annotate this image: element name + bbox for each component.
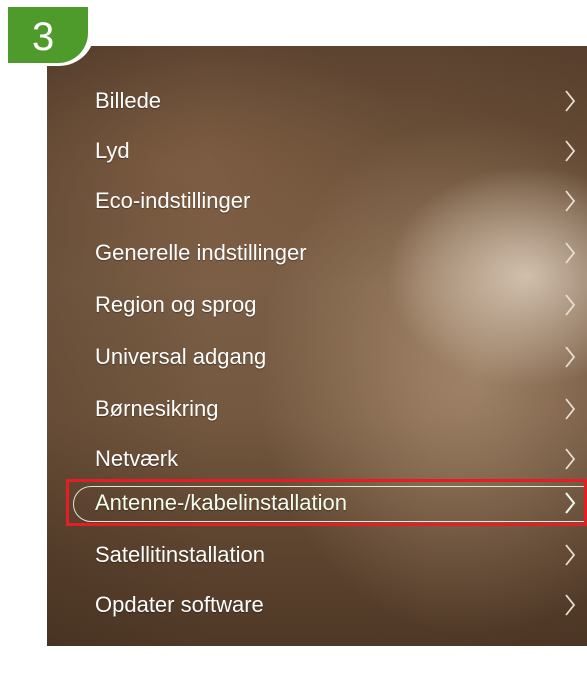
chevron-right-icon <box>563 292 577 318</box>
menu-item-label: Netværk <box>95 446 179 471</box>
menu-item-label: Billede <box>95 88 162 113</box>
menu-item-universal-adgang[interactable]: Universal adgang <box>47 338 587 378</box>
menu-item-netvaerk[interactable]: Netværk <box>47 440 587 480</box>
chevron-right-icon <box>563 446 577 472</box>
settings-menu: Billede Lyd Eco-indstillinger Generelle … <box>47 46 587 646</box>
menu-item-region-og-sprog[interactable]: Region og sprog <box>47 286 587 326</box>
menu-item-eco-indstillinger[interactable]: Eco-indstillinger <box>47 182 587 222</box>
menu-item-label: Generelle indstillinger <box>95 240 307 265</box>
chevron-right-icon <box>563 188 577 214</box>
menu-item-lyd[interactable]: Lyd <box>47 132 587 172</box>
chevron-right-icon <box>563 344 577 370</box>
menu-item-label: Børnesikring <box>95 396 219 421</box>
menu-item-label: Universal adgang <box>95 344 267 369</box>
menu-item-label: Region og sprog <box>95 292 257 317</box>
menu-item-billede[interactable]: Billede <box>47 82 587 122</box>
step-number: 3 <box>32 15 55 59</box>
menu-item-boernesikring[interactable]: Børnesikring <box>47 390 587 430</box>
menu-item-label: Satellitinstallation <box>95 542 265 567</box>
chevron-right-icon <box>563 138 577 164</box>
tv-screen: Billede Lyd Eco-indstillinger Generelle … <box>47 46 587 646</box>
menu-item-label: Eco-indstillinger <box>95 188 251 213</box>
menu-item-satellitinstallation[interactable]: Satellitinstallation <box>47 536 587 576</box>
chevron-right-icon <box>563 240 577 266</box>
menu-item-label: Opdater software <box>95 592 264 617</box>
menu-item-opdater-software[interactable]: Opdater software <box>47 586 587 626</box>
chevron-right-icon <box>563 592 577 618</box>
step-badge-circle: 3 <box>8 7 88 63</box>
chevron-right-icon <box>563 396 577 422</box>
menu-item-label: Lyd <box>95 138 130 163</box>
chevron-right-icon <box>563 88 577 114</box>
chevron-right-icon <box>563 542 577 568</box>
menu-item-generelle-indstillinger[interactable]: Generelle indstillinger <box>47 234 587 274</box>
step-badge: 3 <box>0 0 95 66</box>
instruction-highlight-box <box>66 479 587 526</box>
tutorial-screenshot: 3 Billede Lyd Eco-indstillinger Generell… <box>0 0 587 673</box>
